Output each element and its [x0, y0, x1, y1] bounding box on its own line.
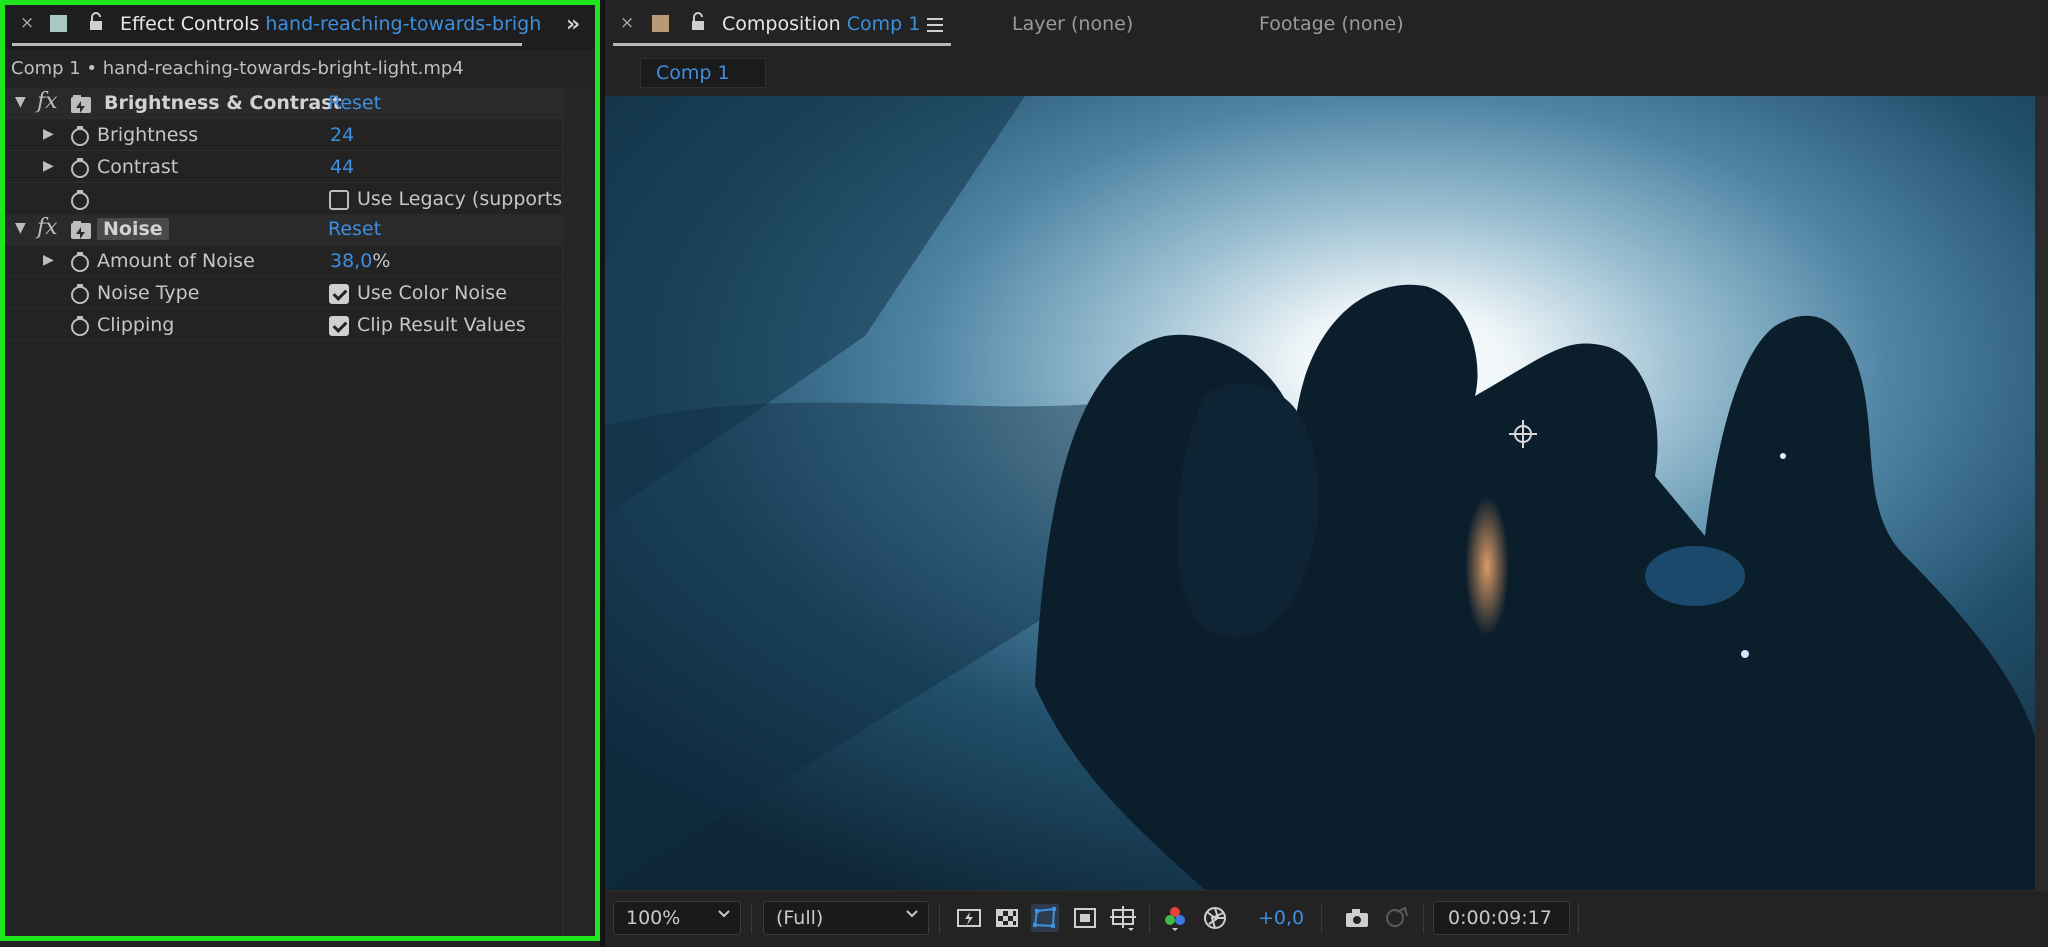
checkbox-label: Clip Result Values [357, 314, 526, 336]
composition-label: Composition [722, 13, 841, 35]
viewer-scrollbar[interactable] [2035, 96, 2048, 890]
effect-controls-layer-name: hand-reaching-towards-brigh [265, 13, 542, 35]
magnification-dropdown[interactable]: 100% [613, 901, 741, 935]
effect-preset-icon [71, 95, 91, 113]
comp-breadcrumb-label: Comp 1 [656, 62, 730, 84]
property-value[interactable]: 24 [330, 124, 354, 146]
lock-icon[interactable] [689, 12, 707, 32]
snapshot-camera-icon[interactable] [1343, 904, 1371, 932]
property-name: Amount of Noise [97, 250, 255, 272]
property-name: Clipping [97, 314, 175, 336]
toolbar-divider [1423, 903, 1424, 933]
stopwatch-icon[interactable] [69, 283, 91, 305]
effect-name: Noise [97, 218, 169, 240]
toolbar-divider [1149, 903, 1150, 933]
label-color-swatch[interactable] [50, 15, 67, 32]
property-value[interactable]: 44 [330, 156, 354, 178]
comp-breadcrumb-tab[interactable]: Comp 1 [640, 58, 766, 88]
close-tab-button[interactable]: × [620, 13, 634, 33]
property-row-clipping[interactable]: Clipping Clip Result Values [5, 310, 563, 341]
twirl-down-icon[interactable]: ▼ [15, 94, 26, 110]
stopwatch-icon[interactable] [69, 189, 91, 211]
twirl-down-icon[interactable]: ▼ [15, 220, 26, 236]
show-snapshot-icon[interactable] [1383, 904, 1411, 932]
label-color-swatch[interactable] [652, 15, 669, 32]
composition-tab[interactable]: Composition Comp 1 [722, 13, 920, 35]
close-tab-button[interactable]: × [20, 13, 34, 33]
chevron-down-icon [906, 910, 918, 918]
toolbar-divider [1321, 903, 1322, 933]
panel-menu-icon[interactable] [927, 18, 943, 32]
stopwatch-icon[interactable] [69, 125, 91, 147]
effect-controls-header: × Effect Controls hand-reaching-towards-… [0, 0, 600, 50]
effect-name: Brightness & Contrast [104, 92, 342, 114]
active-tab-underline [613, 43, 951, 46]
layer-subtitle: Comp 1 • hand-reaching-towards-bright-li… [11, 58, 464, 79]
twirl-right-icon[interactable]: ▶ [43, 126, 54, 142]
layer-tab[interactable]: Layer (none) [1012, 13, 1133, 35]
effect-row-noise[interactable]: ▼ fx Noise Reset [5, 214, 563, 245]
transparency-grid-icon[interactable] [993, 904, 1021, 932]
stopwatch-icon[interactable] [69, 315, 91, 337]
effect-controls-panel: × Effect Controls hand-reaching-towards-… [0, 0, 600, 947]
twirl-right-icon[interactable]: ▶ [43, 252, 54, 268]
property-name: Brightness [97, 124, 199, 146]
active-tab-underline [12, 43, 522, 46]
property-name: Contrast [97, 156, 179, 178]
fx-toggle-icon[interactable]: fx [37, 215, 58, 240]
channel-color-icon[interactable] [1161, 904, 1189, 932]
use-legacy-checkbox[interactable] [329, 190, 349, 210]
property-row-amount-of-noise[interactable]: ▶ Amount of Noise 38,0% [5, 246, 563, 277]
effect-row-brightness-contrast[interactable]: ▼ fx Brightness & Contrast Reset [5, 88, 563, 119]
use-color-noise-checkbox[interactable] [329, 284, 349, 304]
property-row-contrast[interactable]: ▶ Contrast 44 [5, 152, 563, 183]
toolbar-divider [751, 903, 752, 933]
composition-panel: × Composition Comp 1 Layer (none) Footag… [605, 0, 2048, 947]
color-management-icon[interactable] [1201, 904, 1229, 932]
property-unit: % [372, 250, 391, 272]
magnification-value: 100% [626, 907, 681, 929]
toolbar-divider [1578, 903, 1579, 933]
effect-controls-tab[interactable]: Effect Controls hand-reaching-towards-br… [120, 13, 541, 35]
scrollbar-track[interactable] [562, 88, 594, 938]
current-time-display[interactable]: 0:00:09:17 [1433, 901, 1570, 935]
twirl-right-icon[interactable]: ▶ [43, 158, 54, 174]
exposure-value[interactable]: +0,0 [1258, 907, 1304, 929]
stopwatch-icon[interactable] [69, 157, 91, 179]
composition-viewer[interactable] [605, 96, 2035, 890]
grid-and-guides-icon[interactable] [1109, 904, 1137, 932]
region-of-interest-icon[interactable] [1071, 904, 1099, 932]
property-name: Noise Type [97, 282, 200, 304]
chevron-down-icon [718, 910, 730, 918]
reset-button[interactable]: Reset [328, 92, 381, 114]
effect-controls-label: Effect Controls [120, 13, 260, 35]
property-row-use-legacy[interactable]: Use Legacy (supports [5, 184, 563, 215]
checkbox-label: Use Color Noise [357, 282, 507, 304]
viewer-frame-image [605, 96, 2035, 890]
timecode-value: 0:00:09:17 [1448, 907, 1552, 929]
resolution-value: (Full) [776, 907, 824, 929]
footage-tab[interactable]: Footage (none) [1259, 13, 1404, 35]
property-value[interactable]: 38,0% [330, 250, 390, 272]
toolbar-divider [939, 903, 940, 933]
property-number: 38,0 [330, 250, 373, 272]
stopwatch-icon[interactable] [69, 251, 91, 273]
reset-button[interactable]: Reset [328, 218, 381, 240]
property-row-noise-type[interactable]: Noise Type Use Color Noise [5, 278, 563, 309]
panel-overflow-icon[interactable]: » [566, 12, 580, 37]
fx-toggle-icon[interactable]: fx [37, 89, 58, 114]
mask-visibility-icon[interactable] [1031, 904, 1059, 932]
fast-previews-icon[interactable] [955, 904, 983, 932]
resolution-dropdown[interactable]: (Full) [763, 901, 929, 935]
checkbox-label: Use Legacy (supports [357, 188, 563, 210]
clip-result-values-checkbox[interactable] [329, 316, 349, 336]
property-row-brightness[interactable]: ▶ Brightness 24 [5, 120, 563, 151]
lock-icon[interactable] [87, 12, 105, 32]
effect-preset-icon [71, 221, 91, 239]
composition-name: Comp 1 [846, 13, 921, 35]
viewer-toolbar: 100% (Full) +0,0 0:00:09:17 [605, 890, 2048, 947]
